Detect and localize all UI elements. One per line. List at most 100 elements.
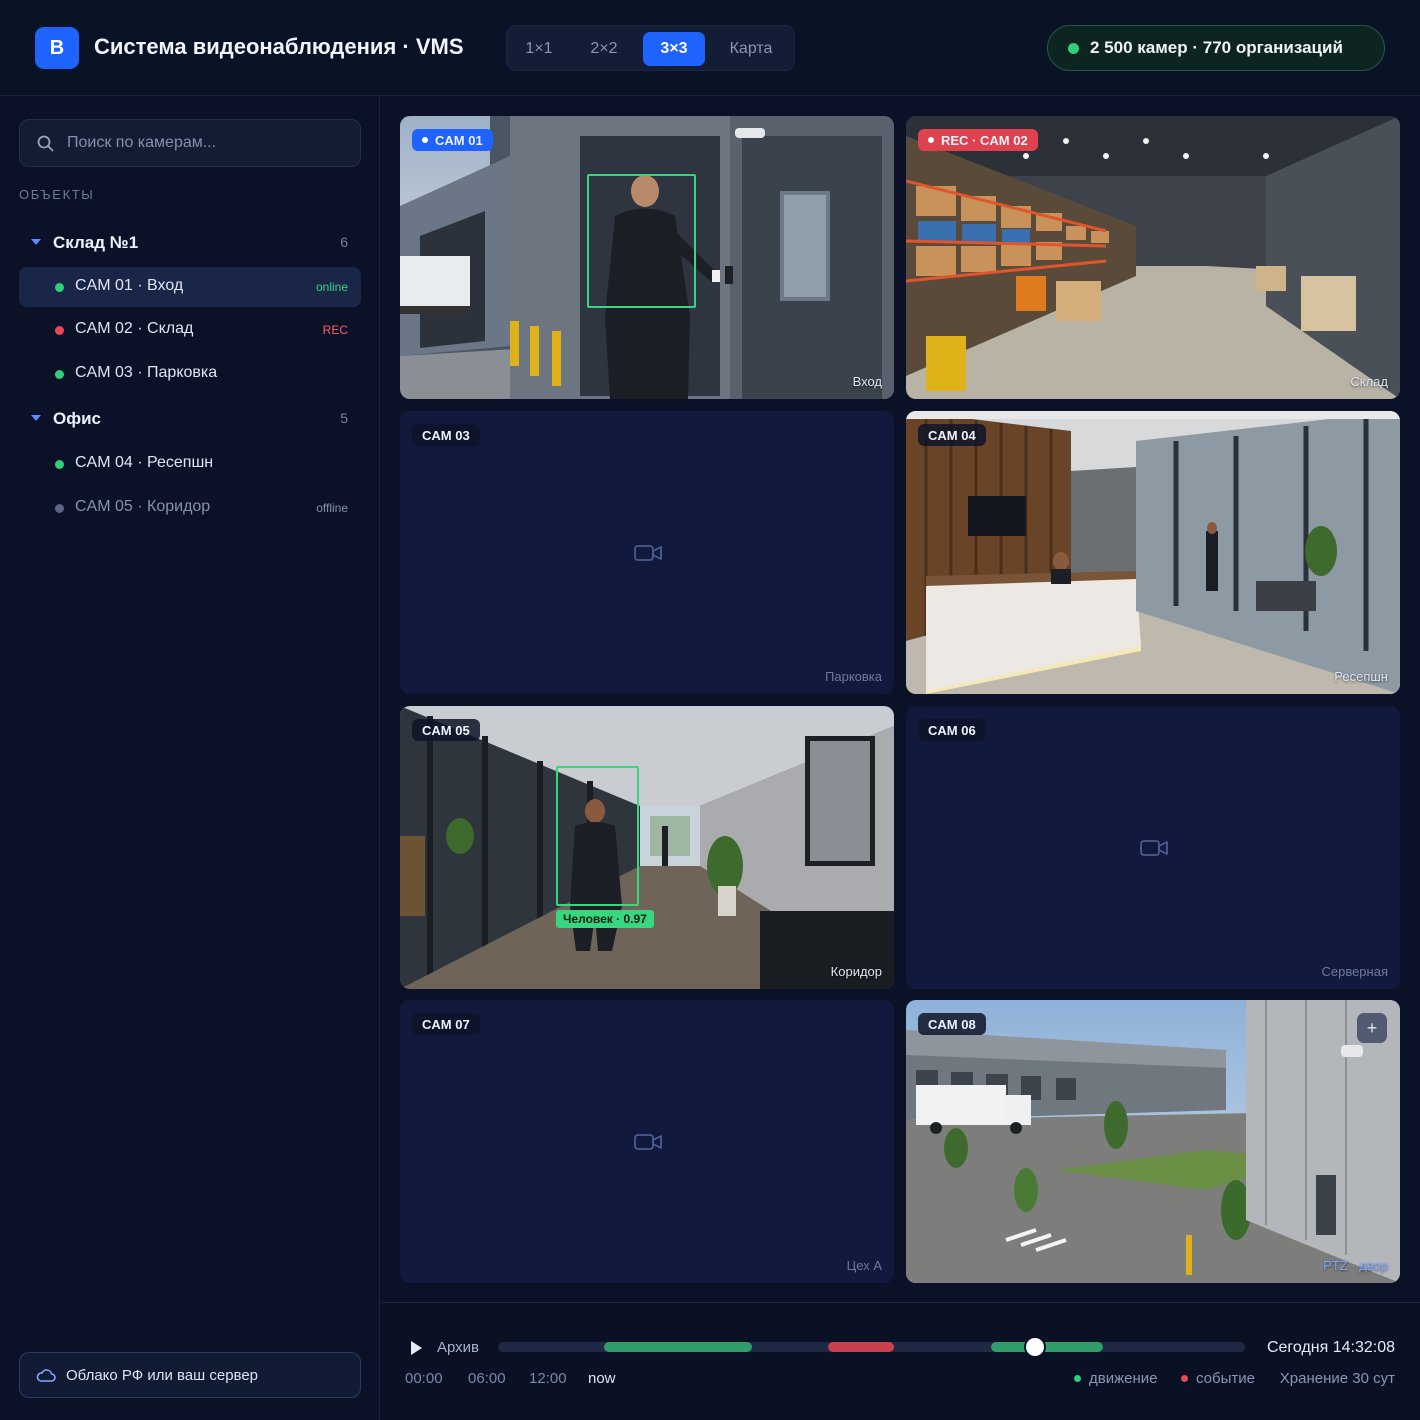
- rec-dot: [928, 137, 934, 143]
- status-badge: 2 500 камер · 770 организаций: [1047, 25, 1385, 71]
- online-status-dot: [55, 283, 64, 292]
- search-input[interactable]: [67, 120, 347, 166]
- cloud-button-label: Облако РФ или ваш сервер: [66, 1366, 259, 1384]
- top-bar: В Система видеонаблюдения · VMS 1×1 2×2 …: [0, 0, 1420, 96]
- stats-text: 2 500 камер · 770 организаций: [1090, 38, 1343, 57]
- motion-dot: [1074, 1375, 1081, 1382]
- layout-1x1-button[interactable]: 1×1: [513, 32, 565, 66]
- legend-motion: движение: [1074, 1370, 1157, 1387]
- camera-tile-cam04[interactable]: CAM 04 Ресепшн: [906, 411, 1400, 694]
- layout-2x2-button[interactable]: 2×2: [575, 32, 633, 66]
- camera-item-label: CAM 04 · Ресепшн: [75, 454, 214, 471]
- camera-status-online: online: [315, 280, 348, 294]
- tick-label: 00:00: [405, 1370, 443, 1387]
- camera-label: CAM 08: [918, 1013, 986, 1035]
- camera-status-rec: REC: [322, 323, 348, 337]
- retention-label: Хранение 30 сут: [1279, 1370, 1395, 1387]
- location-label: PTZ · двор: [1323, 1258, 1388, 1273]
- camera-item-cam01[interactable]: CAM 01 · Вход online: [19, 267, 361, 307]
- camera-tile-cam07[interactable]: CAM 07 Цех А: [400, 1000, 894, 1283]
- layout-switcher: 1×1 2×2 3×3 Карта: [506, 25, 795, 71]
- camera-label-text: REC · CAM 02: [941, 132, 1028, 148]
- camera-item-cam02[interactable]: CAM 02 · Склад REC: [19, 310, 361, 350]
- detection-box: [556, 766, 639, 906]
- video-camera-icon: [634, 1134, 662, 1150]
- play-icon[interactable]: [411, 1341, 422, 1355]
- camera-tile-cam03[interactable]: CAM 03 Парковка: [400, 411, 894, 694]
- location-label: Серверная: [1321, 964, 1388, 979]
- group-name: Офис: [53, 409, 102, 428]
- camera-item-cam04[interactable]: CAM 04 · Ресепшн: [19, 444, 361, 484]
- camera-label-text: CAM 03: [422, 427, 470, 443]
- camera-item-label: CAM 03 · Парковка: [75, 364, 218, 381]
- camera-tile-cam01[interactable]: CAM 01 Вход: [400, 116, 894, 399]
- camera-label: CAM 01: [412, 129, 493, 151]
- search-box: [19, 119, 361, 167]
- detection-box: [587, 174, 696, 308]
- tick-label: 06:00: [468, 1370, 506, 1387]
- tick-label: 12:00: [529, 1370, 567, 1387]
- recording-status-dot: [55, 326, 64, 335]
- camera-label-text: CAM 06: [928, 722, 976, 738]
- camera-item-cam05[interactable]: CAM 05 · Коридор offline: [19, 488, 361, 528]
- location-label: Склад: [1350, 374, 1388, 389]
- camera-label: CAM 03: [412, 424, 480, 446]
- group-name: Склад №1: [53, 233, 139, 252]
- motion-segment[interactable]: [991, 1342, 1103, 1352]
- video-camera-icon: [1140, 840, 1168, 856]
- status-dot: [1068, 42, 1079, 54]
- camera-tile-cam02[interactable]: REC · CAM 02 Склад: [906, 116, 1400, 399]
- online-status-dot: [55, 460, 64, 469]
- camera-label-text: CAM 04: [928, 427, 976, 443]
- camera-label: REC · CAM 02: [918, 129, 1038, 151]
- camera-feed-warehouse: [906, 116, 1400, 399]
- cloud-storage-button[interactable]: Облако РФ или ваш сервер: [19, 1352, 361, 1398]
- group-office[interactable]: Офис 5: [19, 401, 361, 437]
- camera-label: CAM 07: [412, 1013, 480, 1035]
- cloud-icon: [36, 1369, 56, 1382]
- group-count: 6: [340, 234, 348, 250]
- chevron-down-icon: [31, 239, 41, 245]
- location-label: Парковка: [825, 669, 882, 684]
- offline-status-dot: [55, 504, 64, 513]
- live-dot: [422, 137, 428, 143]
- timeline-track[interactable]: [498, 1338, 1245, 1356]
- camera-feed-reception: [906, 411, 1400, 694]
- camera-status-offline: offline: [316, 501, 348, 515]
- location-label: Цех А: [846, 1258, 882, 1273]
- camera-item-label: CAM 05 · Коридор: [75, 498, 211, 515]
- legend-label: событие: [1196, 1370, 1255, 1387]
- chevron-down-icon: [31, 415, 41, 421]
- camera-label: CAM 04: [918, 424, 986, 446]
- archive-label: Архив: [437, 1339, 480, 1356]
- app-logo: В: [35, 27, 79, 69]
- event-dot: [1181, 1375, 1188, 1382]
- sidebar: ОБЪЕКТЫ Склад №1 6 CAM 01 · Вход online …: [0, 97, 380, 1420]
- camera-item-label: CAM 01 · Вход: [75, 277, 184, 294]
- camera-item-cam03[interactable]: CAM 03 · Парковка: [19, 354, 361, 394]
- group-count: 5: [340, 410, 348, 426]
- detection-tag: Человек · 0.97: [556, 910, 654, 928]
- layout-3x3-button[interactable]: 3×3: [643, 32, 705, 66]
- layout-map-button[interactable]: Карта: [713, 32, 789, 66]
- camera-label-text: CAM 05: [422, 722, 470, 738]
- archive-timeline: Архив Сегодня 14:32:08 00:00 06:00 12:00…: [381, 1302, 1420, 1420]
- camera-item-label: CAM 02 · Склад: [75, 320, 194, 337]
- camera-label-text: CAM 01: [435, 132, 483, 148]
- camera-tile-cam08[interactable]: + CAM 08 PTZ · двор: [906, 1000, 1400, 1283]
- camera-label-text: CAM 08: [928, 1016, 976, 1032]
- group-sklad-1[interactable]: Склад №1 6: [19, 225, 361, 261]
- location-label: Ресепшн: [1334, 669, 1388, 684]
- current-timestamp: Сегодня 14:32:08: [1266, 1339, 1395, 1356]
- timeline-playhead[interactable]: [1026, 1338, 1044, 1356]
- event-segment[interactable]: [828, 1342, 894, 1352]
- video-camera-icon: [634, 545, 662, 561]
- legend-event: событие: [1181, 1370, 1255, 1387]
- camera-label: CAM 05: [412, 719, 480, 741]
- camera-tile-cam05[interactable]: Человек · 0.97 CAM 05 Коридор: [400, 706, 894, 989]
- camera-feed-yard: [906, 1000, 1400, 1283]
- section-label: ОБЪЕКТЫ: [19, 187, 95, 202]
- motion-segment[interactable]: [604, 1342, 752, 1352]
- zoom-button[interactable]: +: [1357, 1013, 1387, 1043]
- camera-tile-cam06[interactable]: CAM 06 Серверная: [906, 706, 1400, 989]
